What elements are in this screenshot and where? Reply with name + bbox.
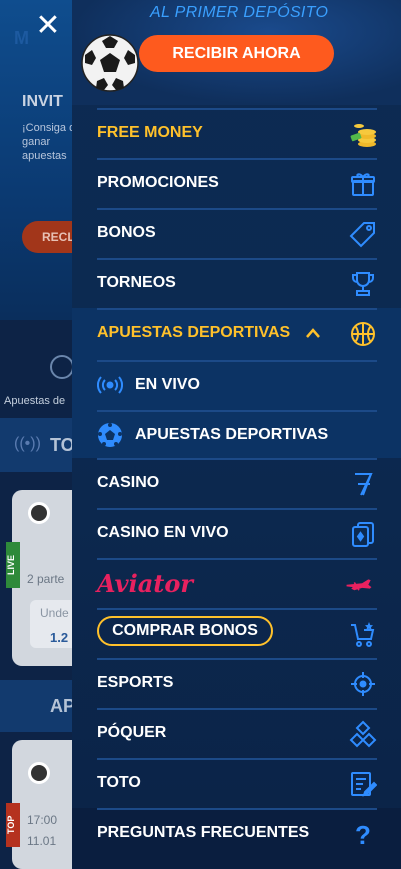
svg-text:?: ? bbox=[355, 820, 371, 848]
aviator-logo: Aviator bbox=[97, 569, 193, 598]
menu-item-torneos[interactable]: TORNEOS bbox=[97, 258, 377, 308]
menu-item-esports[interactable]: ESPORTS bbox=[97, 658, 377, 708]
menu-item-label: APUESTAS DEPORTIVAS bbox=[135, 426, 329, 443]
menu-item-toto[interactable]: TOTO bbox=[97, 758, 378, 808]
background-sports-label: Apuestas de bbox=[4, 395, 66, 407]
background-invite-title: INVIT bbox=[22, 93, 63, 110]
menu-item-apuestas-deportivas[interactable]: APUESTAS DEPORTIVAS bbox=[97, 308, 377, 358]
question-mark-icon: ? bbox=[349, 820, 377, 850]
coins-icon bbox=[349, 120, 377, 148]
close-icon[interactable]: ✕ bbox=[34, 11, 62, 41]
soccer-icon bbox=[28, 502, 50, 524]
menu-promo-header: AL PRIMER DEPÓSITO RECIBIR AHORA bbox=[72, 0, 401, 105]
playing-cards-icon bbox=[349, 520, 377, 548]
soccer-ball-icon bbox=[81, 34, 139, 92]
sports-ball-icon bbox=[50, 355, 74, 379]
receive-now-button[interactable]: RECIBIR AHORA bbox=[139, 35, 334, 72]
menu-item-label: FREE MONEY bbox=[97, 124, 203, 141]
background-card-text: 2 parte bbox=[27, 572, 65, 586]
odds-label: Unde bbox=[40, 606, 69, 620]
match-time: 17:00 bbox=[27, 813, 58, 827]
menu-item-label: PREGUNTAS FRECUENTES bbox=[97, 824, 310, 841]
menu-item-aviator[interactable]: Aviator bbox=[97, 558, 377, 608]
menu-item-promociones[interactable]: PROMOCIONES bbox=[97, 158, 377, 208]
background-brand: M bbox=[14, 28, 30, 48]
airplane-icon bbox=[345, 570, 381, 598]
menu-item-label: TORNEOS bbox=[97, 274, 176, 291]
menu-item-label: ESPORTS bbox=[97, 674, 174, 691]
menu-item-bonos[interactable]: BONOS bbox=[97, 208, 377, 258]
menu-item-faq[interactable]: PREGUNTAS FRECUENTES ? bbox=[97, 808, 377, 858]
menu-item-casino[interactable]: CASINO bbox=[97, 458, 377, 508]
deposit-text: AL PRIMER DEPÓSITO bbox=[150, 4, 329, 21]
submenu-item-en-vivo[interactable]: EN VIVO bbox=[97, 360, 377, 410]
background-section-title: TO bbox=[50, 435, 75, 455]
menu-item-casino-en-vivo[interactable]: CASINO EN VIVO bbox=[97, 508, 377, 558]
side-menu: AL PRIMER DEPÓSITO RECIBIR AHORA FREE MO… bbox=[72, 0, 401, 869]
basketball-icon bbox=[349, 320, 377, 348]
soccer-icon bbox=[97, 422, 123, 448]
menu-item-label: BONOS bbox=[97, 224, 156, 241]
match-date: 11.01 bbox=[27, 834, 57, 848]
cart-star-icon bbox=[349, 620, 377, 648]
menu-item-label: APUESTAS DEPORTIVAS bbox=[97, 324, 291, 341]
menu-item-label: PROMOCIONES bbox=[97, 174, 219, 191]
live-badge: LIVE bbox=[6, 542, 20, 588]
menu-item-poquer[interactable]: PÓQUER bbox=[97, 708, 377, 758]
menu-item-free-money[interactable]: FREE MONEY bbox=[97, 108, 377, 158]
menu-item-comprar-bonos[interactable]: COMPRAR BONOS bbox=[97, 608, 377, 658]
chevron-up-icon bbox=[305, 326, 321, 338]
slot-seven-icon bbox=[349, 470, 377, 498]
background-card2-time: 17:00 11.01 bbox=[27, 810, 57, 852]
soccer-icon bbox=[28, 762, 50, 784]
card-suits-icon bbox=[349, 720, 377, 748]
menu-item-label: CASINO EN VIVO bbox=[97, 524, 229, 541]
odds-value: 1.2 bbox=[50, 630, 69, 645]
gift-icon bbox=[349, 170, 377, 198]
top-badge: TOP bbox=[6, 803, 20, 847]
ticket-edit-icon bbox=[349, 770, 378, 798]
live-broadcast-icon bbox=[97, 372, 123, 398]
menu-item-label: TOTO bbox=[97, 774, 141, 791]
buy-bonuses-button[interactable]: COMPRAR BONOS bbox=[97, 616, 273, 646]
live-signal-icon: ((•)) bbox=[14, 435, 41, 452]
submenu-item-apuestas-deportivas[interactable]: APUESTAS DEPORTIVAS bbox=[97, 410, 377, 460]
menu-item-label: EN VIVO bbox=[135, 376, 200, 393]
trophy-icon bbox=[349, 270, 377, 298]
menu-item-label: CASINO bbox=[97, 474, 160, 491]
tag-icon bbox=[349, 220, 377, 248]
menu-item-label: PÓQUER bbox=[97, 724, 167, 741]
crosshair-icon bbox=[349, 670, 377, 698]
